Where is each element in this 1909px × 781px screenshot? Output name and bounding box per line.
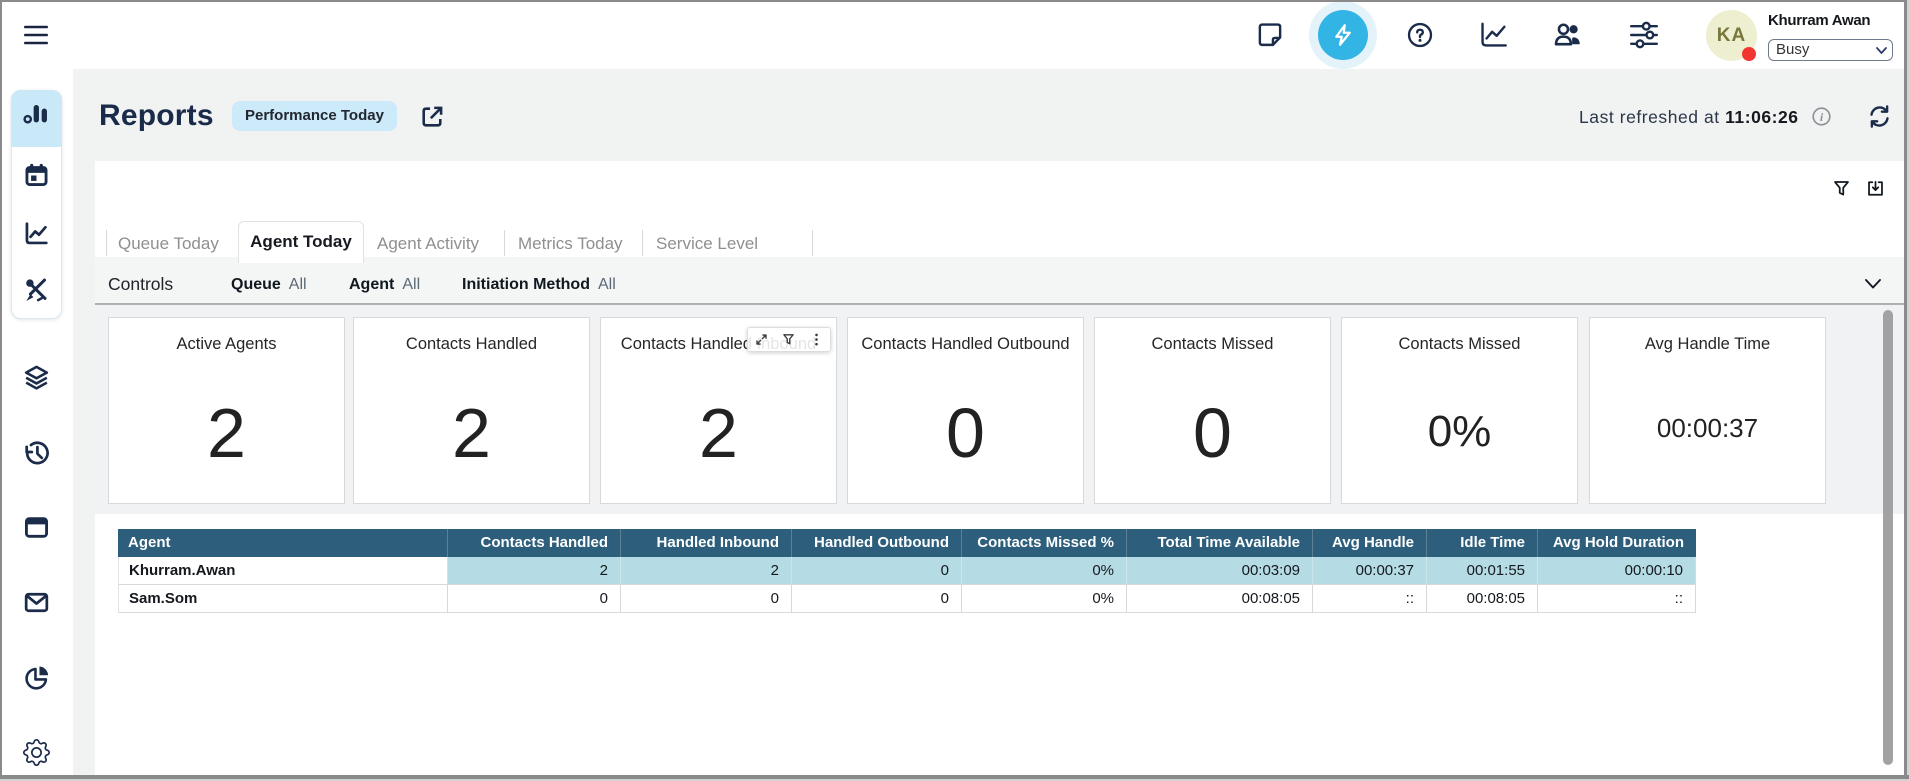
svg-text:i: i (1820, 110, 1824, 124)
